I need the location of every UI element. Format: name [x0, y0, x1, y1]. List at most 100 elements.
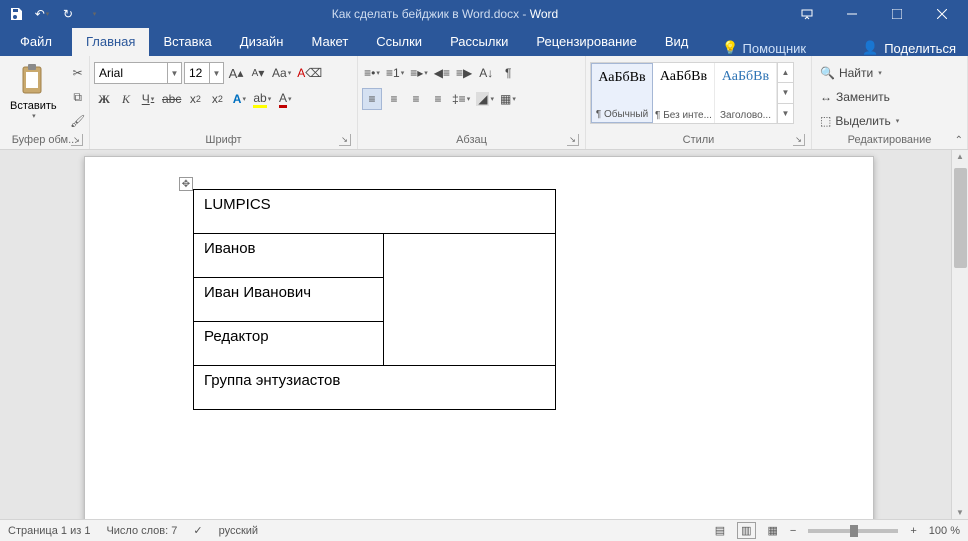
scroll-up-button[interactable]: ▲: [952, 152, 968, 161]
tell-me[interactable]: 💡 Помощник: [722, 40, 806, 56]
sort-button[interactable]: A↓: [476, 62, 496, 84]
ribbon-options-button[interactable]: [784, 0, 829, 28]
badge-table[interactable]: LUMPICS Иванов Иван Иванович Редактор Гр…: [193, 189, 556, 410]
zoom-in-button[interactable]: +: [910, 525, 916, 537]
group-editing: 🔍Найти▾ ↔Заменить ⬚Выделить▾ Редактирова…: [812, 56, 968, 149]
table-cell[interactable]: Иван Иванович: [194, 278, 384, 322]
paste-button[interactable]: Вставить ▾: [4, 58, 63, 124]
page-status[interactable]: Страница 1 из 1: [8, 525, 90, 537]
share-button[interactable]: 👤 Поделиться: [862, 40, 956, 56]
tab-layout[interactable]: Макет: [297, 28, 362, 56]
undo-button[interactable]: ↶▾: [30, 2, 54, 26]
align-center-button[interactable]: ≡: [384, 88, 404, 110]
tab-design[interactable]: Дизайн: [226, 28, 298, 56]
zoom-slider[interactable]: [808, 529, 898, 533]
justify-button[interactable]: ≡: [428, 88, 448, 110]
bold-button[interactable]: Ж: [94, 88, 114, 110]
change-case-button[interactable]: Aa▾: [270, 62, 293, 84]
replace-button[interactable]: ↔Заменить: [816, 86, 903, 108]
tab-insert[interactable]: Вставка: [149, 28, 225, 56]
multilevel-button[interactable]: ≡▸▾: [408, 62, 430, 84]
maximize-button[interactable]: [874, 0, 919, 28]
zoom-level[interactable]: 100 %: [929, 525, 960, 537]
font-size-combo[interactable]: ▼: [184, 62, 224, 84]
line-spacing-button[interactable]: ‡≡▾: [450, 88, 472, 110]
font-color-button[interactable]: A▾: [275, 88, 295, 110]
find-button[interactable]: 🔍Найти▾: [816, 62, 903, 84]
gallery-more-button[interactable]: ▼: [778, 104, 793, 123]
chevron-down-icon[interactable]: ▼: [167, 63, 181, 83]
copy-button[interactable]: ⧉: [67, 86, 89, 108]
numbering-button[interactable]: ≡1▾: [384, 62, 406, 84]
status-bar: Страница 1 из 1 Число слов: 7 ✓ русский …: [0, 519, 968, 541]
tab-home[interactable]: Главная: [72, 28, 149, 56]
tab-file[interactable]: Файл: [0, 28, 72, 56]
table-cell[interactable]: [384, 234, 556, 366]
read-mode-button[interactable]: ▤: [715, 524, 725, 537]
scrollbar-thumb[interactable]: [954, 168, 967, 268]
text-effects-button[interactable]: A▾: [229, 88, 249, 110]
styles-launcher[interactable]: ↘: [793, 134, 805, 146]
web-layout-button[interactable]: ▦: [768, 524, 778, 537]
paragraph-launcher[interactable]: ↘: [567, 134, 579, 146]
align-left-button[interactable]: ≡: [362, 88, 382, 110]
show-marks-button[interactable]: ¶: [498, 62, 518, 84]
qat-customize[interactable]: ▾: [82, 2, 106, 26]
style-no-spacing[interactable]: АаБбВв ¶ Без инте...: [653, 63, 715, 123]
select-button[interactable]: ⬚Выделить▾: [816, 110, 903, 132]
strikethrough-button[interactable]: abc: [160, 88, 183, 110]
page-container[interactable]: ✥ LUMPICS Иванов Иван Иванович Редактор …: [0, 150, 968, 519]
bullets-button[interactable]: ≡•▾: [362, 62, 382, 84]
styles-gallery[interactable]: АаБбВв ¶ Обычный АаБбВв ¶ Без инте... Аа…: [590, 62, 794, 124]
underline-button[interactable]: Ч▾: [138, 88, 158, 110]
style-normal[interactable]: АаБбВв ¶ Обычный: [591, 63, 653, 123]
gallery-up-button[interactable]: ▲: [778, 63, 793, 83]
shading-button[interactable]: ◢▾: [474, 88, 496, 110]
close-button[interactable]: [919, 0, 964, 28]
shrink-font-button[interactable]: A▾: [248, 62, 268, 84]
font-size-input[interactable]: [185, 63, 209, 83]
increase-indent-button[interactable]: ≡▶: [454, 62, 474, 84]
superscript-button[interactable]: x2: [207, 88, 227, 110]
vertical-scrollbar[interactable]: ▲ ▼: [951, 150, 968, 519]
style-heading1[interactable]: АаБбВв Заголово...: [715, 63, 777, 123]
borders-button[interactable]: ▦▾: [498, 88, 518, 110]
italic-button[interactable]: К: [116, 88, 136, 110]
table-cell[interactable]: Редактор: [194, 322, 384, 366]
document-page[interactable]: ✥ LUMPICS Иванов Иван Иванович Редактор …: [84, 156, 874, 519]
tab-references[interactable]: Ссылки: [362, 28, 436, 56]
save-button[interactable]: [4, 2, 28, 26]
align-right-button[interactable]: ≡: [406, 88, 426, 110]
tab-view[interactable]: Вид: [651, 28, 703, 56]
clipboard-launcher[interactable]: ↘: [71, 134, 83, 146]
table-cell[interactable]: Группа энтузиастов: [194, 366, 556, 410]
tab-review[interactable]: Рецензирование: [522, 28, 650, 56]
minimize-button[interactable]: [829, 0, 874, 28]
table-move-handle[interactable]: ✥: [179, 177, 193, 191]
cut-button[interactable]: ✂: [67, 62, 89, 84]
redo-button[interactable]: ↻: [56, 2, 80, 26]
replace-label: Заменить: [836, 90, 890, 104]
subscript-button[interactable]: x2: [185, 88, 205, 110]
font-name-combo[interactable]: ▼: [94, 62, 182, 84]
font-name-input[interactable]: [95, 63, 167, 83]
chevron-down-icon[interactable]: ▼: [209, 63, 223, 83]
grow-font-button[interactable]: A▴: [226, 62, 246, 84]
format-painter-button[interactable]: 🖌: [67, 110, 89, 132]
slider-thumb[interactable]: [850, 525, 858, 537]
decrease-indent-button[interactable]: ◀≡: [432, 62, 452, 84]
font-launcher[interactable]: ↘: [339, 134, 351, 146]
highlight-button[interactable]: ab▾: [251, 88, 273, 110]
scroll-down-button[interactable]: ▼: [952, 508, 968, 517]
language-status[interactable]: русский: [219, 525, 258, 537]
proofing-icon[interactable]: ✓: [193, 524, 202, 537]
table-cell[interactable]: LUMPICS: [194, 190, 556, 234]
gallery-down-button[interactable]: ▼: [778, 83, 793, 103]
table-cell[interactable]: Иванов: [194, 234, 384, 278]
word-count[interactable]: Число слов: 7: [106, 525, 177, 537]
clear-format-button[interactable]: A⌫: [295, 62, 324, 84]
collapse-ribbon-button[interactable]: ⌃: [955, 135, 963, 146]
zoom-out-button[interactable]: −: [790, 525, 796, 537]
print-layout-button[interactable]: ▥: [737, 522, 755, 539]
tab-mailings[interactable]: Рассылки: [436, 28, 522, 56]
